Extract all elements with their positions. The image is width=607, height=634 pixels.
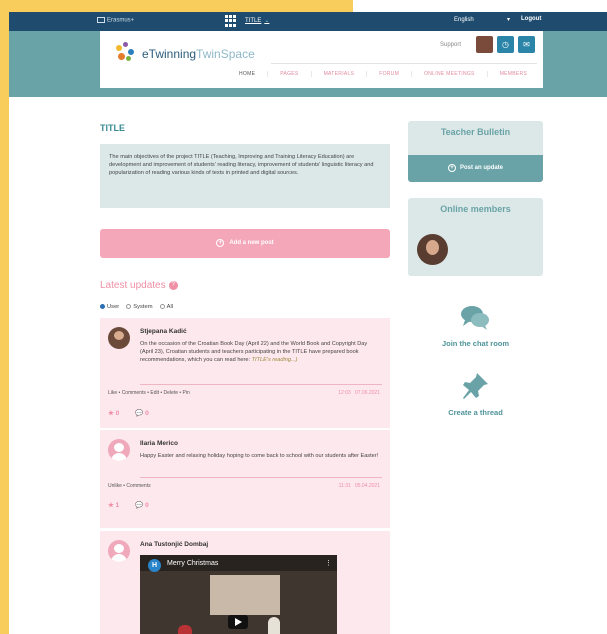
post-link[interactable]: TITLE's reading...) (252, 357, 298, 363)
play-button[interactable] (228, 615, 248, 629)
video-scene (268, 617, 280, 634)
update-filters: User System All (100, 304, 173, 310)
nav-home[interactable]: HOME (227, 71, 267, 77)
yellow-border-top (0, 0, 353, 12)
erasmus-flag-icon (97, 17, 105, 23)
star-icon: ★ (108, 410, 114, 417)
post-stats: ★ 0 💬 0 (108, 409, 149, 417)
post-timestamp: 11:31 05.04.2021 (338, 483, 380, 489)
support-link[interactable]: Support (440, 42, 461, 48)
project-selector[interactable]: TITLE ⌄ (245, 17, 269, 24)
video-title[interactable]: Merry Christmas (167, 560, 218, 567)
comment-icon: 💬 (135, 410, 144, 417)
star-icon: ★ (108, 502, 114, 509)
video-scene (210, 575, 280, 615)
etwinning-logo-icon[interactable] (112, 41, 140, 63)
online-members-title: Online members (440, 204, 511, 214)
post-timestamp: 12:03 07.06.2021 (338, 390, 380, 396)
create-thread-link[interactable]: Create a thread (408, 408, 543, 417)
post-actions[interactable]: Unlike • Comments (108, 483, 151, 489)
radio-selected[interactable] (100, 304, 105, 309)
video-scene (178, 625, 192, 634)
latest-updates-heading: Latest updates? (100, 280, 178, 291)
channel-badge[interactable]: H (148, 559, 161, 572)
pin-icon[interactable] (459, 370, 491, 402)
video-embed[interactable]: H Merry Christmas ⋮ (140, 555, 337, 634)
nav-forum[interactable]: FORUM (366, 71, 411, 77)
post-card: Stjepana Kadić On the occasion of the Cr… (100, 318, 390, 428)
like-count[interactable]: ★ 1 (108, 501, 119, 509)
post-divider (140, 384, 382, 385)
post-text: Happy Easter and relaxing holiday hoping… (140, 453, 379, 459)
top-bar: Erasmus+ TITLE ⌄ English ▾ Logout (9, 12, 607, 31)
post-divider (140, 477, 382, 478)
post-stats: ★ 1 💬 0 (108, 501, 149, 509)
post-update-button[interactable]: + Post an update (408, 155, 543, 182)
comment-count[interactable]: 💬 0 (135, 501, 149, 509)
chevron-down-icon: ⌄ (264, 18, 270, 24)
author-avatar[interactable] (108, 327, 130, 349)
add-post-button[interactable]: + Add a new post (100, 229, 390, 258)
erasmus-brand[interactable]: Erasmus+ (97, 17, 134, 24)
filter-all[interactable]: All (159, 304, 173, 310)
user-avatar[interactable] (476, 36, 493, 53)
project-description: The main objectives of the project TITLE… (100, 144, 390, 208)
comment-icon: 💬 (135, 502, 144, 509)
plus-circle-icon: + (447, 164, 456, 172)
post-actions[interactable]: Like • Comments • Edit • Delete • Pin (108, 390, 190, 396)
like-count[interactable]: ★ 0 (108, 409, 119, 417)
etwinning-logo-text[interactable]: eTwinningTwinSpace (142, 47, 255, 61)
main-nav: HOME PAGES MATERIALS FORUM ONLINE MEETIN… (227, 71, 539, 77)
post-author[interactable]: Ana Tustonjić Dombaj (140, 541, 208, 548)
project-title: TITLE (100, 123, 125, 133)
post-card: Ana Tustonjić Dombaj H Merry Christmas ⋮ (100, 531, 390, 634)
help-icon[interactable]: ? (168, 280, 178, 290)
filter-user[interactable]: User (100, 304, 119, 310)
more-options-icon[interactable]: ⋮ (325, 559, 332, 567)
apps-grid-icon[interactable] (225, 15, 237, 27)
comment-count[interactable]: 💬 0 (135, 409, 149, 417)
mail-icon[interactable]: ✉ (518, 36, 535, 53)
member-avatar[interactable] (417, 234, 448, 265)
author-avatar[interactable] (108, 439, 130, 461)
chevron-down-icon[interactable]: ▾ (507, 16, 510, 23)
nav-materials[interactable]: MATERIALS (310, 71, 367, 77)
post-text: On the occasion of the Croatian Book Day… (140, 341, 368, 364)
nav-pages[interactable]: PAGES (267, 71, 310, 77)
twinspace-page: Erasmus+ TITLE ⌄ English ▾ Logout eTwinni… (9, 12, 607, 634)
header-card: eTwinningTwinSpace Support ◷ ✉ HOME PAGE… (100, 31, 543, 88)
post-author[interactable]: Ilaria Merico (140, 440, 178, 447)
header-divider (271, 63, 537, 64)
nav-members[interactable]: MEMBERS (486, 71, 539, 77)
join-chat-link[interactable]: Join the chat room (408, 339, 543, 348)
nav-online-meetings[interactable]: ONLINE MEETINGS (411, 71, 487, 77)
plus-circle-icon: + (216, 239, 225, 247)
radio[interactable] (159, 304, 165, 309)
radio[interactable] (126, 304, 132, 309)
online-members-card: Online members (408, 198, 543, 276)
chat-bubbles-icon[interactable] (459, 302, 491, 334)
filter-system[interactable]: System (126, 304, 153, 310)
teacher-bulletin-card: Teacher Bulletin + Post an update (408, 121, 543, 182)
logout-link[interactable]: Logout (521, 16, 541, 22)
author-avatar[interactable] (108, 540, 130, 562)
language-selector[interactable]: English (454, 17, 474, 23)
bulletin-title: Teacher Bulletin (440, 127, 511, 137)
post-card: Ilaria Merico Happy Easter and relaxing … (100, 430, 390, 528)
yellow-border-left (0, 0, 9, 634)
bell-icon[interactable]: ◷ (497, 36, 514, 53)
post-author[interactable]: Stjepana Kadić (140, 328, 187, 335)
